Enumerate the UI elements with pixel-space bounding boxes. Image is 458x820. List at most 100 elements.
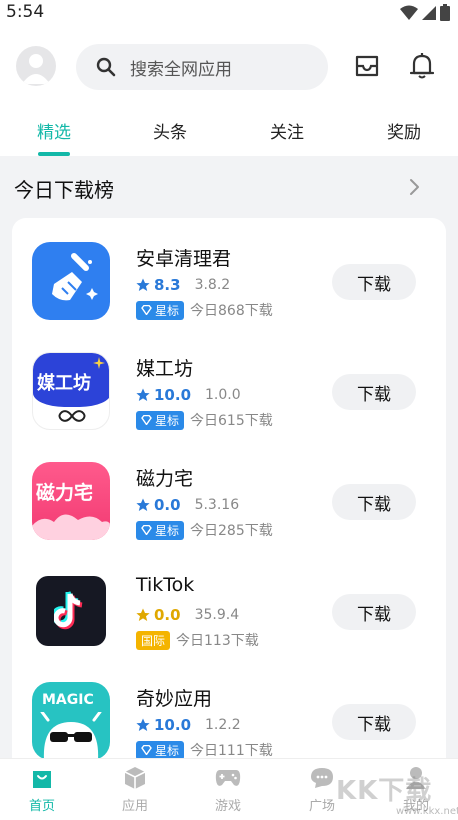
app-score: 0.0: [154, 496, 181, 514]
nav-apps[interactable]: 应用: [105, 765, 165, 814]
list-item[interactable]: 媒工坊 媒工坊 10.0 1.0.0 星标 今日615下载 下载: [12, 340, 446, 450]
cube-icon: [124, 767, 146, 789]
signal-icon: [422, 5, 436, 20]
star-badge: 星标: [136, 740, 185, 760]
gamepad-icon: [215, 770, 241, 786]
tiktok-note-icon: [54, 591, 83, 630]
tab-headlines[interactable]: 头条: [130, 118, 210, 143]
list-item[interactable]: TikTok 0.0 35.9.4 国际 今日113下载 下载: [12, 560, 446, 670]
status-icons: [400, 4, 450, 21]
section-title: 今日下载榜: [14, 178, 114, 202]
nav-label: 首页: [28, 799, 55, 814]
notification-button[interactable]: [409, 52, 435, 84]
badge-label: 星标: [155, 523, 180, 538]
avatar[interactable]: [16, 46, 56, 86]
inbox-button[interactable]: [354, 54, 380, 82]
sparkle-icon: [93, 357, 105, 369]
app-score: 10.0: [154, 386, 192, 404]
app-name: TikTok: [136, 574, 195, 596]
app-meta: 星标 今日868下载: [136, 300, 273, 320]
search-bar[interactable]: 搜索全网应用: [76, 44, 328, 90]
download-button[interactable]: 下载: [332, 594, 416, 630]
app-icon-cleaner: [32, 242, 110, 320]
download-button[interactable]: 下载: [332, 484, 416, 520]
search-icon: [96, 57, 116, 77]
infinity-icon: [58, 410, 86, 422]
star-icon: [136, 388, 150, 401]
app-meta: 星标 今日615下载: [136, 410, 273, 430]
search-placeholder: 搜索全网应用: [130, 59, 232, 80]
home-bag-icon: [33, 771, 51, 788]
app-version: 5.3.16: [194, 497, 240, 513]
app-rating: 10.0 1.2.2: [136, 716, 241, 734]
app-rating: 0.0 35.9.4: [136, 606, 239, 624]
diamond-icon: [141, 305, 152, 315]
app-meta: 星标 今日111下载: [136, 740, 273, 760]
robot-face-icon: [40, 712, 102, 760]
app-name: 磁力宅: [136, 468, 194, 490]
chat-bubble-icon: [311, 768, 333, 788]
diamond-icon: [141, 525, 152, 535]
app-rating: 0.0 5.3.16: [136, 496, 239, 514]
app-downloads: 今日285下载: [190, 523, 273, 539]
app-icon-text: 磁力宅: [36, 482, 94, 504]
download-button[interactable]: 下载: [332, 374, 416, 410]
badge-label: 星标: [155, 413, 180, 428]
nav-label: 应用: [121, 799, 148, 814]
inbox-icon: [355, 55, 379, 77]
badge-label: 星标: [155, 743, 180, 758]
app-icon-meigongfang: 媒工坊: [32, 352, 110, 430]
app-rating: 10.0 1.0.0: [136, 386, 241, 404]
app-version: 1.2.2: [205, 717, 241, 733]
app-rating: 8.3 3.8.2: [136, 276, 230, 294]
app-icon-tiktok: [32, 572, 110, 650]
broom-icon: [52, 253, 98, 301]
international-badge: 国际: [136, 630, 171, 650]
tab-following[interactable]: 关注: [247, 118, 327, 143]
watermark: KK下载: [336, 776, 433, 806]
tab-featured[interactable]: 精选: [14, 118, 94, 143]
battery-icon: [440, 4, 450, 21]
app-name: 奇妙应用: [136, 688, 213, 710]
star-icon: [136, 278, 150, 291]
app-version: 1.0.0: [205, 387, 241, 403]
app-icon-text: MAGIC: [42, 692, 94, 708]
app-icon-magic: MAGIC: [32, 682, 110, 760]
app-score: 10.0: [154, 716, 192, 734]
app-name: 媒工坊: [136, 358, 194, 380]
star-badge: 星标: [136, 300, 185, 320]
app-version: 35.9.4: [194, 607, 240, 623]
person-avatar-icon: [22, 54, 50, 84]
nav-games[interactable]: 游戏: [198, 765, 258, 814]
cloud-icon: [32, 514, 110, 540]
app-downloads: 今日111下载: [190, 743, 273, 759]
active-tab-indicator: [38, 152, 70, 156]
star-icon: [136, 718, 150, 731]
star-icon: [136, 498, 150, 511]
bell-icon: [409, 53, 435, 79]
download-button[interactable]: 下载: [332, 264, 416, 300]
download-ranking-list: 安卓清理君 8.3 3.8.2 星标 今日868下载 下载 媒工坊 媒工坊 10…: [12, 218, 446, 778]
badge-label: 星标: [155, 303, 180, 318]
tab-rewards[interactable]: 奖励: [364, 118, 444, 143]
list-item[interactable]: 安卓清理君 8.3 3.8.2 星标 今日868下载 下载: [12, 230, 446, 340]
app-score: 0.0: [154, 606, 181, 624]
app-version: 3.8.2: [194, 277, 231, 293]
app-name: 安卓清理君: [136, 248, 232, 270]
top-tabs: 精选 头条 关注 奖励: [0, 118, 458, 156]
diamond-icon: [141, 745, 152, 755]
app-icon-ciliz: 磁力宅: [32, 462, 110, 540]
star-icon: [136, 608, 150, 621]
status-time: 5:54: [6, 2, 45, 22]
star-badge: 星标: [136, 410, 185, 430]
status-bar: 5:54: [0, 0, 458, 26]
wifi-icon: [400, 5, 418, 20]
diamond-icon: [141, 415, 152, 425]
badge-label: 国际: [141, 633, 166, 648]
star-badge: 星标: [136, 520, 185, 540]
app-downloads: 今日868下载: [190, 303, 273, 319]
nav-home[interactable]: 首页: [12, 765, 72, 814]
list-item[interactable]: 磁力宅 磁力宅 0.0 5.3.16 星标 今日285下载 下载: [12, 450, 446, 560]
download-button[interactable]: 下载: [332, 704, 416, 740]
chevron-right-icon[interactable]: [408, 178, 420, 196]
